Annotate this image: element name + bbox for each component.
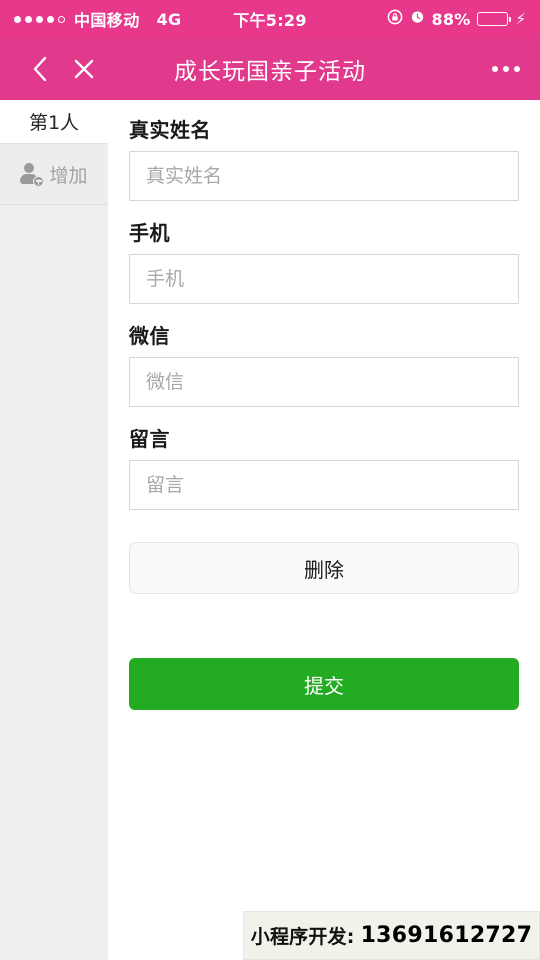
rotation-lock-icon bbox=[387, 9, 403, 30]
alarm-clock-icon bbox=[410, 9, 425, 29]
battery-icon bbox=[477, 12, 512, 26]
field-label-wechat: 微信 bbox=[129, 324, 170, 348]
field-real-name: 真实姓名 bbox=[129, 114, 519, 201]
add-person-label: 增加 bbox=[49, 164, 88, 187]
person-sidebar: 第1人 增加 bbox=[0, 100, 108, 960]
field-label-message: 留言 bbox=[129, 427, 170, 451]
network-type-label: 4G bbox=[156, 9, 182, 29]
promo-prefix-label: 小程序开发: bbox=[250, 926, 355, 948]
sidebar-item-add-person[interactable]: 增加 bbox=[0, 143, 108, 205]
field-wechat: 微信 bbox=[129, 320, 519, 407]
real-name-input[interactable] bbox=[129, 151, 519, 201]
carrier-label: 中国移动 bbox=[74, 11, 140, 30]
battery-percent-label: 88% bbox=[431, 9, 471, 29]
promo-phone-number: 13691612727 bbox=[360, 923, 533, 948]
signal-strength-icon bbox=[14, 15, 65, 23]
phone-input[interactable] bbox=[129, 254, 519, 304]
promo-overlay[interactable]: 小程序开发: 13691612727 bbox=[243, 911, 540, 960]
status-bar-left: 中国移动 4G bbox=[14, 7, 181, 31]
add-person-icon bbox=[20, 162, 45, 187]
person-tab-label: 第1人 bbox=[28, 112, 80, 134]
page-content: 第1人 增加 真实姓名 手机 微信 bbox=[0, 100, 540, 960]
back-chevron-icon[interactable] bbox=[18, 47, 62, 91]
sidebar-item-person-1[interactable]: 第1人 bbox=[0, 100, 108, 143]
more-dots-icon[interactable] bbox=[490, 58, 522, 80]
status-bar: 中国移动 4G 下午5:29 88% ⚡ bbox=[0, 0, 540, 38]
submit-button[interactable]: 提交 bbox=[129, 658, 519, 710]
field-label-real-name: 真实姓名 bbox=[129, 118, 211, 142]
delete-button[interactable]: 删除 bbox=[129, 542, 519, 594]
field-message: 留言 bbox=[129, 423, 519, 510]
field-label-phone: 手机 bbox=[129, 221, 170, 245]
message-input[interactable] bbox=[129, 460, 519, 510]
field-phone: 手机 bbox=[129, 217, 519, 304]
phone-screen: 中国移动 4G 下午5:29 88% ⚡ 成长玩国亲子活动 第1人 增加 真实姓… bbox=[0, 0, 540, 960]
wechat-input[interactable] bbox=[129, 357, 519, 407]
navigation-bar: 成长玩国亲子活动 bbox=[0, 38, 540, 100]
registration-form: 真实姓名 手机 微信 留言 删除 提交 bbox=[108, 100, 540, 960]
close-x-icon[interactable] bbox=[62, 47, 106, 91]
lightning-bolt-icon: ⚡ bbox=[515, 9, 526, 28]
status-bar-right: 88% ⚡ bbox=[387, 9, 526, 30]
